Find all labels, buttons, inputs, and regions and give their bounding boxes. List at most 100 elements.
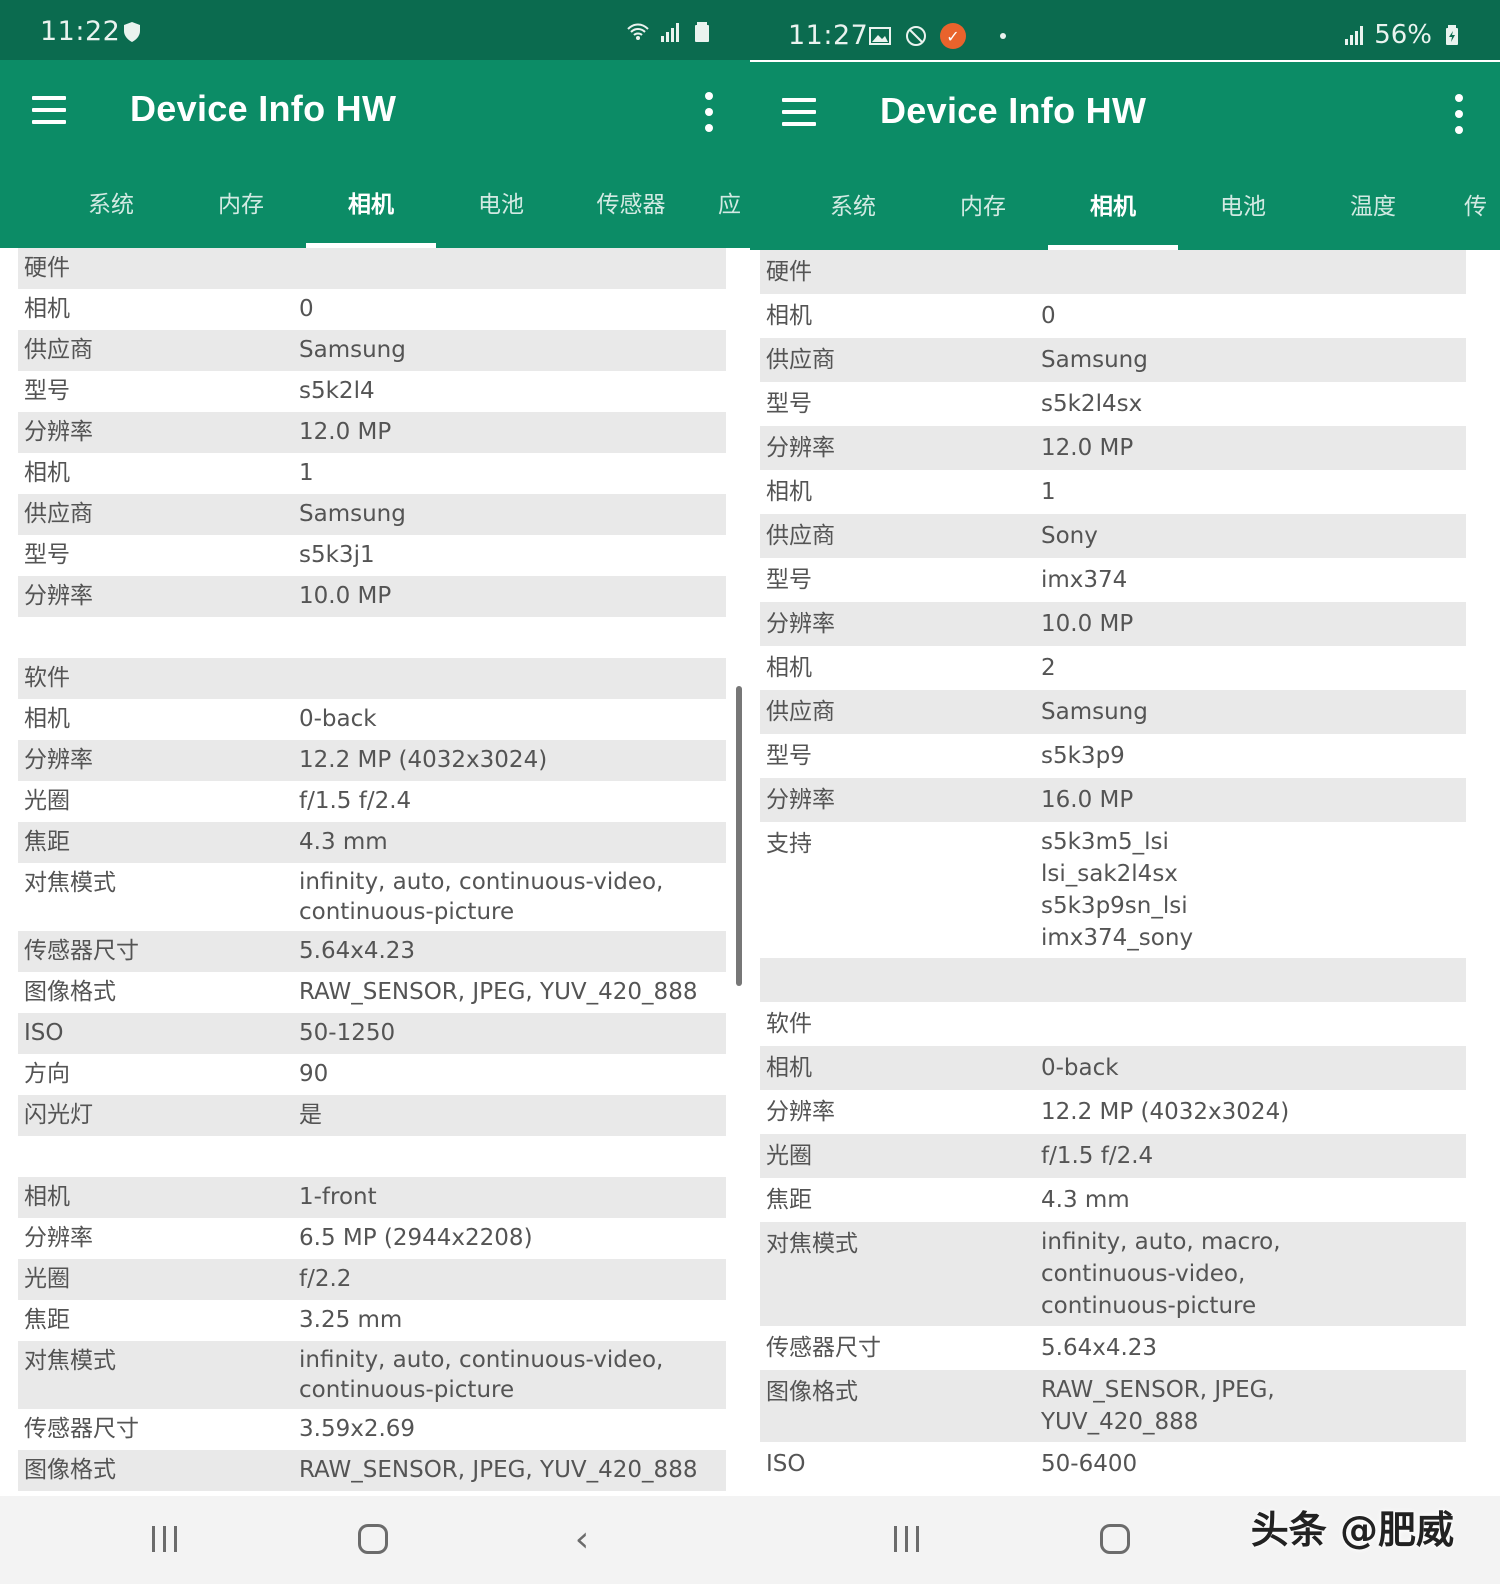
tab-system[interactable]: 系统 bbox=[46, 178, 176, 248]
home-button[interactable] bbox=[358, 1524, 388, 1554]
info-row: ISO 50-6400 bbox=[760, 1442, 1466, 1486]
info-label: 相机 bbox=[766, 655, 812, 681]
recent-apps-button[interactable] bbox=[146, 1520, 186, 1560]
wifi-icon bbox=[627, 23, 649, 40]
info-value: RAW_SENSOR, JPEG, YUV_420_888 bbox=[299, 1457, 698, 1483]
tab-battery[interactable]: 电池 bbox=[1178, 180, 1308, 250]
info-list[interactable]: 硬件 相机 0 供应商 Samsung 型号 s5k2l4sx 分辨率 12.0 MP 相机 1 供应… bbox=[760, 250, 1466, 1498]
info-row: 型号 s5k3p9 bbox=[760, 734, 1466, 778]
tab-battery[interactable]: 电池 bbox=[436, 178, 566, 248]
info-label bbox=[18, 617, 299, 658]
info-value bbox=[1041, 1002, 1466, 1046]
info-label: 光圈 bbox=[24, 788, 70, 814]
info-value: imx374 bbox=[1041, 567, 1128, 593]
info-value: Samsung bbox=[299, 337, 406, 363]
tab-temperature[interactable]: 温度 bbox=[1308, 180, 1438, 250]
info-row: 分辨率 12.2 MP (4032x3024) bbox=[760, 1090, 1466, 1134]
info-label: 相机 bbox=[24, 1184, 70, 1210]
app-title: Device Info HW bbox=[880, 90, 1147, 131]
info-value: Sony bbox=[1041, 523, 1098, 549]
info-row: ISO 50-1250 bbox=[18, 1013, 726, 1054]
info-label: 供应商 bbox=[766, 523, 835, 549]
info-row: 硬件 bbox=[18, 248, 726, 289]
watermark: 头条 @肥威 bbox=[1250, 1508, 1454, 1552]
info-value: 5.64x4.23 bbox=[299, 938, 416, 964]
info-list[interactable]: 硬件 相机 0 供应商 Samsung 型号 s5k2l4 分辨率 12.0 MP 相机 1 供应商 S… bbox=[18, 248, 726, 1496]
info-label: 分辨率 bbox=[766, 611, 835, 637]
info-row: 光圈 f/1.5 f/2.4 bbox=[760, 1134, 1466, 1178]
tab-system[interactable]: 系统 bbox=[788, 180, 918, 250]
app-bar: Device Info HW 系统 内存 相机 电池 温度 传 bbox=[750, 62, 1500, 250]
info-label: 图像格式 bbox=[24, 1457, 116, 1483]
info-value: 90 bbox=[299, 1061, 329, 1087]
home-button[interactable] bbox=[1100, 1524, 1130, 1554]
tab-camera[interactable]: 相机 bbox=[306, 178, 436, 248]
menu-icon[interactable] bbox=[30, 92, 70, 132]
info-label: 图像格式 bbox=[24, 979, 116, 1005]
info-label: 分辨率 bbox=[766, 787, 835, 813]
scrollbar[interactable] bbox=[736, 686, 742, 986]
info-row: 图像格式 RAW_SENSOR, JPEG, YUV_420_888 bbox=[760, 1370, 1466, 1442]
info-value: 0 bbox=[299, 296, 314, 322]
info-label: ISO bbox=[24, 1020, 64, 1046]
info-value: infinity, auto, continuous-video, contin… bbox=[299, 1347, 664, 1403]
info-row: 图像格式 RAW_SENSOR, JPEG, YUV_420_888 bbox=[18, 1450, 726, 1491]
info-row: 光圈 f/1.5 f/2.4 bbox=[18, 781, 726, 822]
menu-icon[interactable] bbox=[780, 94, 820, 134]
status-bar: 11:22 bbox=[0, 0, 750, 60]
info-row: 供应商 Sony bbox=[760, 514, 1466, 558]
info-label: 焦距 bbox=[24, 829, 70, 855]
info-label: 型号 bbox=[766, 743, 812, 769]
info-value: RAW_SENSOR, JPEG, YUV_420_888 bbox=[299, 979, 698, 1005]
battery-icon bbox=[695, 22, 709, 42]
info-value: s5k3j1 bbox=[299, 542, 375, 568]
tab-apps[interactable]: 应 bbox=[696, 178, 750, 248]
info-label: 相机 bbox=[24, 706, 70, 732]
info-label: 型号 bbox=[766, 391, 812, 417]
info-value: 12.0 MP bbox=[1041, 435, 1134, 461]
info-label: 分辨率 bbox=[766, 1099, 835, 1125]
more-options-icon[interactable] bbox=[702, 92, 716, 132]
signal-icon bbox=[1345, 26, 1364, 45]
battery-percent: 56% bbox=[1374, 20, 1432, 50]
info-row: 分辨率 16.0 MP bbox=[760, 778, 1466, 822]
info-value: 50-6400 bbox=[1041, 1451, 1138, 1477]
tab-memory[interactable]: 内存 bbox=[176, 178, 306, 248]
info-value: 12.0 MP bbox=[299, 419, 392, 445]
info-value: 0-back bbox=[299, 706, 377, 732]
info-row: 对焦模式 infinity, auto, continuous-video, co… bbox=[18, 863, 726, 931]
more-options-icon[interactable] bbox=[1452, 94, 1466, 134]
info-label: 供应商 bbox=[24, 337, 93, 363]
tab-sensors[interactable]: 传感器 bbox=[566, 178, 696, 248]
info-row: 分辨率 12.2 MP (4032x3024) bbox=[18, 740, 726, 781]
recent-apps-button[interactable] bbox=[888, 1520, 928, 1560]
info-label: 相机 bbox=[766, 303, 812, 329]
info-value: 12.2 MP (4032x3024) bbox=[1041, 1099, 1290, 1125]
info-label: 传感器尺寸 bbox=[24, 938, 139, 964]
tab-memory[interactable]: 内存 bbox=[918, 180, 1048, 250]
info-label: 分辨率 bbox=[24, 747, 93, 773]
info-row: 分辨率 10.0 MP bbox=[18, 576, 726, 617]
info-label: 闪光灯 bbox=[24, 1102, 93, 1128]
info-label: 分辨率 bbox=[24, 1225, 93, 1251]
info-row: 供应商 Samsung bbox=[760, 690, 1466, 734]
battery-charging-icon bbox=[1446, 25, 1458, 45]
status-bar: 11:27 ✓ 56% bbox=[750, 0, 1500, 60]
info-value: 10.0 MP bbox=[1041, 611, 1134, 637]
tab-camera[interactable]: 相机 bbox=[1048, 180, 1178, 250]
info-value: s5k3p9 bbox=[1041, 743, 1125, 769]
tab-sensors[interactable]: 传 bbox=[1438, 180, 1500, 250]
info-label: 供应商 bbox=[766, 699, 835, 725]
info-row: 供应商 Samsung bbox=[760, 338, 1466, 382]
info-row: 供应商 Samsung bbox=[18, 330, 726, 371]
info-value: 4.3 mm bbox=[299, 829, 388, 855]
info-label: 图像格式 bbox=[766, 1379, 858, 1405]
back-button[interactable]: ‹ bbox=[562, 1520, 602, 1560]
info-value: s5k2l4 bbox=[299, 378, 375, 404]
info-value: 是 bbox=[299, 1102, 322, 1128]
info-row: 相机 1 bbox=[760, 470, 1466, 514]
tab-bar: 系统 内存 相机 电池 传感器 应 bbox=[0, 178, 750, 248]
image-icon bbox=[869, 27, 891, 45]
info-row: 分辨率 10.0 MP bbox=[760, 602, 1466, 646]
info-label: 相机 bbox=[24, 296, 70, 322]
